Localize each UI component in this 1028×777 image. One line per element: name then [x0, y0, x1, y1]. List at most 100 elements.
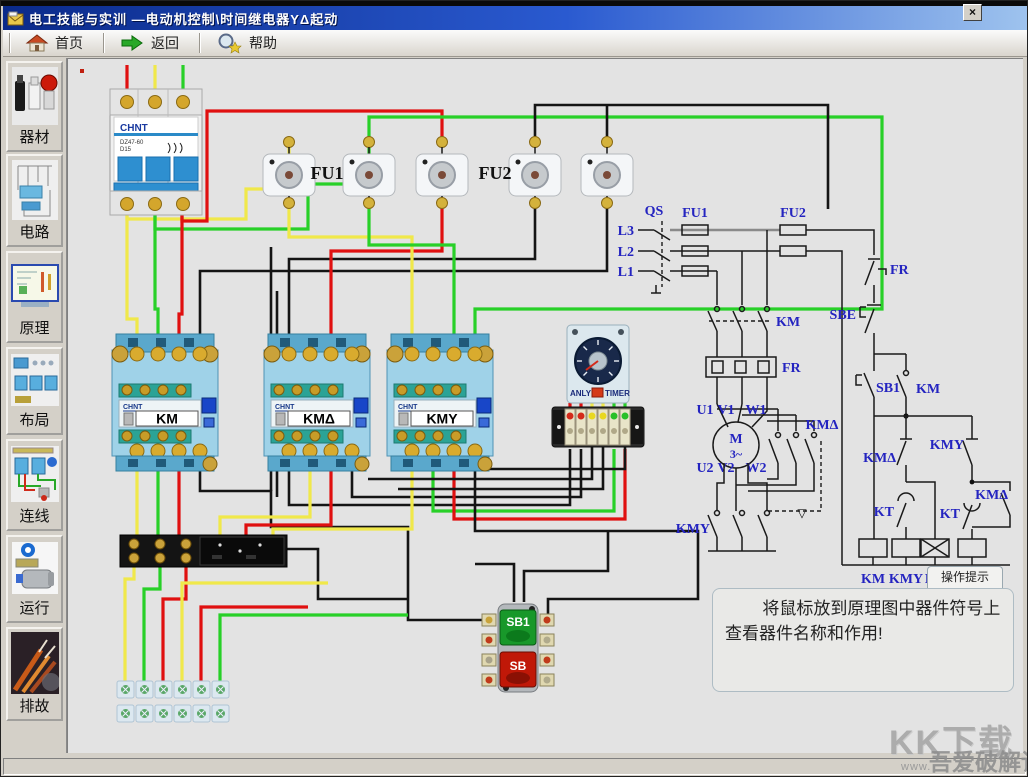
schematic-sb1-label[interactable]: SB1 [876, 381, 900, 396]
motor-lead-terminals[interactable] [117, 681, 229, 722]
circuit-icon [12, 160, 58, 220]
sidebar-item-wiring[interactable]: 连线 [6, 439, 63, 531]
sidebar-item-label: 原理 [19, 319, 49, 339]
schematic-fu1-label[interactable]: FU1 [682, 206, 708, 221]
schematic-kt-no-label[interactable]: KT [940, 507, 961, 522]
app-icon [7, 11, 24, 26]
sidebar-item-label: 排故 [19, 697, 49, 717]
fuse[interactable] [416, 137, 468, 209]
schematic-coil-kmy-label[interactable]: KMY [889, 572, 923, 587]
wiring-icon [11, 446, 59, 502]
back-button[interactable]: 返回 [111, 31, 193, 55]
time-relay[interactable]: ANLY TIMER [567, 325, 630, 403]
breaker-rating: D15 [120, 147, 132, 153]
close-button[interactable]: × [963, 4, 982, 21]
schematic-km-main-label[interactable]: KM [776, 315, 800, 330]
contactor-brand: CHNT [123, 404, 143, 411]
fu1-physical-label: FU1 [311, 163, 344, 183]
sidebar-item-circuit[interactable]: 电路 [6, 154, 63, 247]
equipment-icon [12, 67, 58, 125]
schematic-u1-label[interactable]: U1 [696, 403, 713, 418]
schematic-u2-label[interactable]: U2 [696, 461, 713, 476]
contactor-label: KMY [426, 411, 458, 427]
back-arrow-icon [119, 34, 145, 52]
workspace-canvas: CHNT DZ47-60 D15 [67, 58, 1023, 753]
contactor-kmy[interactable]: CHNT KMY [387, 334, 493, 471]
contactor-brand: CHNT [275, 404, 295, 411]
schematic-fr-contact-label[interactable]: FR [890, 263, 910, 278]
schematic-l2-label[interactable]: L2 [618, 245, 634, 260]
schematic-w1-label[interactable]: W1 [746, 403, 767, 418]
schematic-kmd-main-label[interactable]: KMΔ [806, 418, 839, 433]
tip-tab[interactable]: 操作提示 [927, 566, 1003, 588]
schematic-kmd-nc-label[interactable]: KMΔ [863, 451, 896, 466]
schematic-v2-label[interactable]: V2 [717, 461, 734, 476]
timer-brand: ANLY [570, 389, 592, 398]
motor-terminal-block[interactable] [120, 535, 287, 567]
help-label: 帮助 [249, 33, 277, 53]
troubleshoot-icon [11, 632, 59, 694]
schematic-l3-label[interactable]: L3 [618, 224, 634, 239]
start-button[interactable]: SB1 [500, 610, 536, 645]
breaker-brand: CHNT [120, 123, 148, 134]
help-button[interactable]: 帮助 [207, 30, 291, 56]
schematic-v1-label[interactable]: V1 [717, 403, 734, 418]
status-bar [1, 754, 1028, 777]
title-bar[interactable]: 电工技能与实训 —电动机控制\时间继电器YΔ起动 [3, 6, 1027, 30]
sidebar-item-equipment[interactable]: 器材 [6, 61, 63, 152]
contactor-km[interactable]: CHNT KM [112, 334, 218, 471]
pushbutton-station: SB1 SB [482, 604, 554, 692]
sidebar: 器材 电路 原理 [3, 58, 67, 753]
stop-button-label: SB [510, 659, 527, 673]
schematic-kmd-latch-label[interactable]: KMΔ [975, 488, 1008, 503]
schematic-fr-heater-label[interactable]: FR [782, 361, 802, 376]
watermark-forum: 吾爱破解论坛 [929, 743, 1028, 777]
schematic-coil-km-label[interactable]: KM [861, 572, 885, 587]
toolbar-separator [9, 33, 11, 53]
sidebar-item-layout[interactable]: 布局 [6, 347, 63, 435]
terminal-block[interactable] [552, 407, 644, 447]
stop-button[interactable]: SB [500, 652, 536, 687]
sidebar-item-principle[interactable]: 原理 [6, 251, 63, 343]
circuit-breaker[interactable]: CHNT DZ47-60 D15 [110, 89, 202, 215]
app-window: 电工技能与实训 —电动机控制\时间继电器YΔ起动 × 首页 返回 [0, 0, 1028, 777]
back-label: 返回 [151, 33, 179, 53]
sidebar-item-label: 运行 [19, 599, 49, 619]
sidebar-item-run[interactable]: 运行 [6, 535, 63, 623]
schematic-km-aux-label[interactable]: KM [916, 382, 940, 397]
schematic-kt-nc-label[interactable]: KT [874, 505, 895, 520]
schematic-l1-label[interactable]: L1 [618, 265, 634, 280]
sidebar-item-label: 连线 [19, 507, 49, 527]
timer-type: TIMER [605, 389, 630, 398]
help-magnifier-icon [215, 32, 243, 54]
schematic-motor-label[interactable]: M [729, 432, 742, 447]
fu2-physical-label: FU2 [479, 163, 512, 183]
contactor-label: KMΔ [303, 411, 335, 427]
marker-dot [80, 69, 84, 73]
fuse[interactable] [343, 137, 395, 209]
home-button[interactable]: 首页 [17, 31, 97, 55]
status-bar-inner [3, 758, 1026, 775]
schematic-sbe-label[interactable]: SBE [830, 308, 856, 323]
start-button-label: SB1 [506, 615, 530, 629]
schematic-motor-phase[interactable]: 3~ [730, 447, 743, 461]
fuse[interactable] [509, 137, 561, 209]
sidebar-item-label: 布局 [19, 411, 49, 431]
schematic-kmy-nc-label[interactable]: KMY [930, 438, 964, 453]
contactor-brand: CHNT [398, 404, 418, 411]
toolbar-separator [103, 33, 105, 53]
schematic-fu2-label[interactable]: FU2 [780, 206, 806, 221]
schematic-qs-label[interactable]: QS [645, 204, 664, 219]
home-label: 首页 [55, 33, 83, 53]
run-motor-icon [12, 542, 58, 594]
sidebar-item-troubleshoot[interactable]: 排故 [6, 627, 63, 721]
fuse[interactable] [581, 137, 633, 209]
tip-text: 将鼠标放到原理图中器件符号上查看器件名称和作用! [725, 597, 1001, 646]
sidebar-item-label: 器材 [19, 128, 49, 148]
sidebar-item-label: 电路 [19, 223, 49, 243]
fuse-group: FU1 FU2 [263, 137, 633, 209]
watermark-www: www. [901, 761, 931, 773]
schematic-kmy-main-label[interactable]: KMY [676, 522, 710, 537]
contactor-kmd[interactable]: CHNT KMΔ [264, 334, 370, 471]
schematic-delta-mark: ▽ [797, 506, 807, 520]
